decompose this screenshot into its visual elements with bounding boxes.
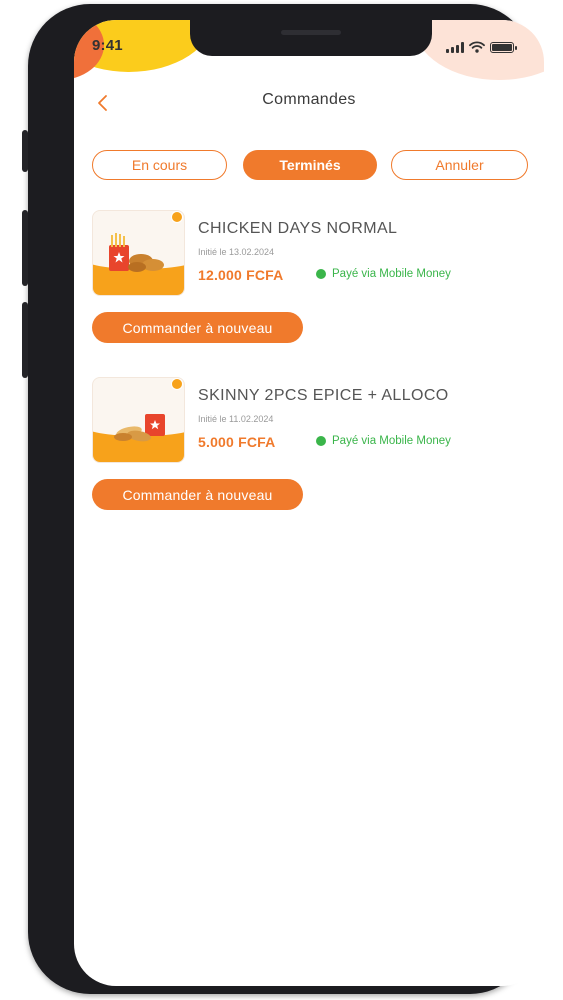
payment-status-label: Payé via Mobile Money [332, 435, 451, 447]
tab-en-cours[interactable]: En cours [92, 150, 227, 180]
order-date: Initié le 13.02.2024 [198, 247, 275, 257]
reorder-button[interactable]: Commander à nouveau [92, 312, 303, 343]
food-box-icon [114, 414, 165, 442]
status-dot-icon [316, 436, 326, 446]
order-card: SKINNY 2PCS EPICE + ALLOCO Initié le 11.… [92, 377, 528, 517]
phone-side-button-silent [22, 130, 28, 172]
reorder-button[interactable]: Commander à nouveau [92, 479, 303, 510]
battery-icon [490, 41, 517, 53]
payment-status-label: Payé via Mobile Money [332, 268, 451, 280]
wifi-icon [469, 41, 485, 53]
status-dot-icon [316, 269, 326, 279]
app-screen: 9:41 Commandes En cours Terminés Annuler [74, 20, 544, 986]
order-status-tabs: En cours Terminés Annuler [92, 150, 528, 180]
phone-frame: 9:41 Commandes En cours Terminés Annuler [22, 4, 544, 994]
order-thumbnail[interactable] [92, 377, 185, 463]
order-price: 5.000 FCFA [198, 434, 276, 450]
order-card: CHICKEN DAYS NORMAL Initié le 13.02.2024… [92, 210, 528, 350]
signal-bars-icon [446, 41, 464, 53]
page-title: Commandes [262, 91, 356, 108]
phone-speaker [281, 30, 341, 35]
phone-side-button-volume-up [22, 210, 28, 286]
status-icons [446, 40, 517, 54]
order-name: CHICKEN DAYS NORMAL [198, 220, 398, 237]
payment-status: Payé via Mobile Money [316, 435, 451, 447]
order-thumbnail[interactable] [92, 210, 185, 296]
phone-side-button-volume-down [22, 302, 28, 378]
order-name: SKINNY 2PCS EPICE + ALLOCO [198, 387, 449, 404]
tab-termines[interactable]: Terminés [243, 150, 377, 180]
payment-status: Payé via Mobile Money [316, 268, 451, 280]
phone-notch [190, 20, 432, 56]
tab-annuler[interactable]: Annuler [391, 150, 528, 180]
thumb-badge-dot [171, 211, 183, 223]
order-price: 12.000 FCFA [198, 267, 284, 283]
status-time: 9:41 [92, 37, 123, 54]
thumb-badge-dot [171, 378, 183, 390]
food-box-icon [109, 233, 164, 272]
order-date: Initié le 11.02.2024 [198, 414, 274, 424]
